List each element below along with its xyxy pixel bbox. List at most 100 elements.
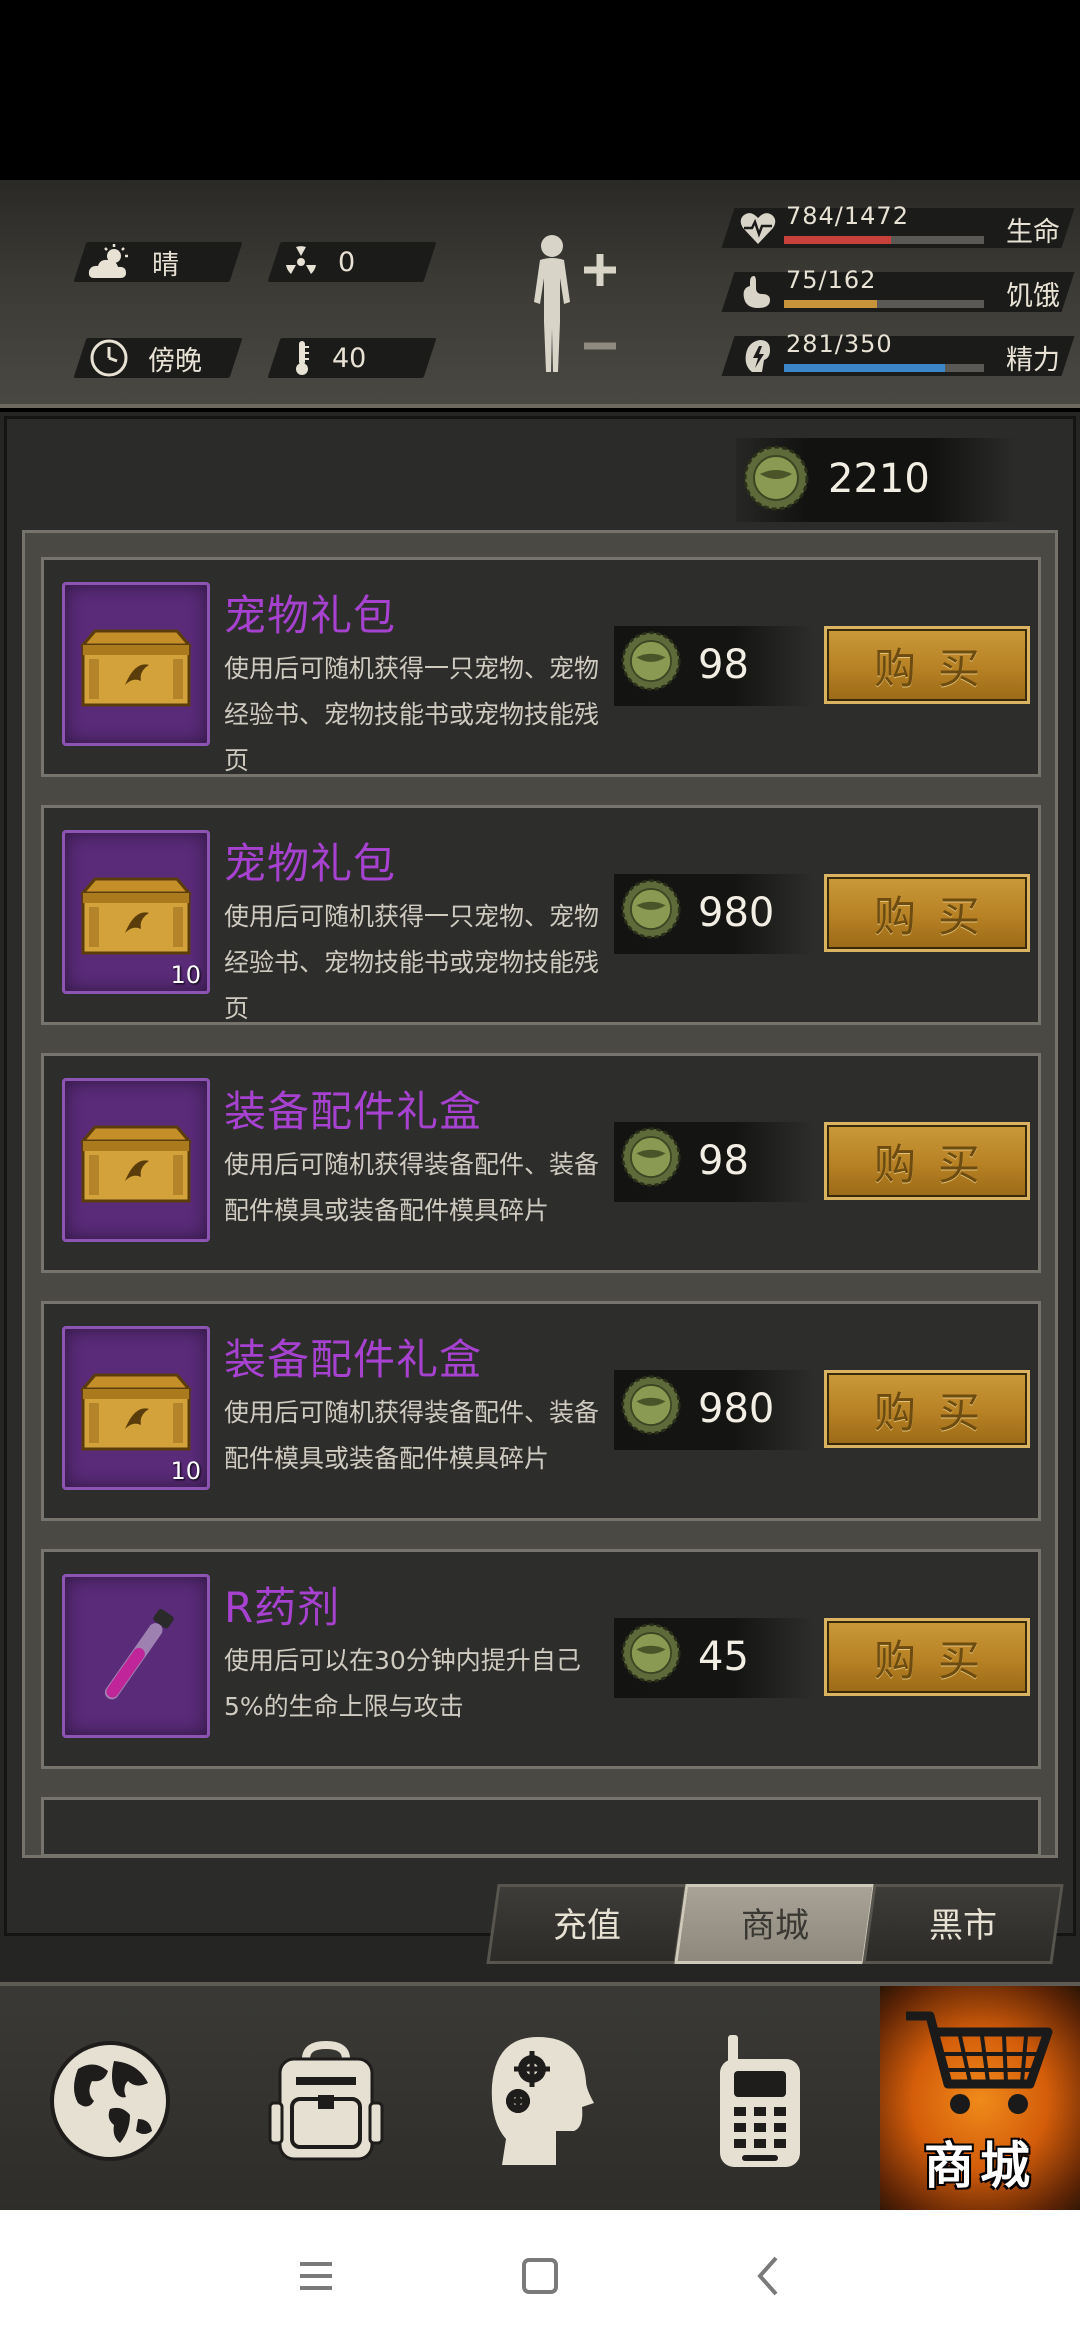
human-figure-icon bbox=[534, 235, 570, 372]
shop-item: 10 装备配件礼盒 使用后可随机获得装备配件、装备配件模具或装备配件模具碎片 9… bbox=[41, 1301, 1041, 1521]
stat-bar-fill bbox=[784, 300, 877, 308]
stat-label: 精力 bbox=[1006, 345, 1060, 376]
nav-shop-label: 商城 bbox=[924, 2137, 1036, 2195]
price-value: 980 bbox=[698, 1386, 775, 1432]
time-indicator[interactable]: 傍晚 bbox=[90, 338, 202, 378]
shopping-cart-icon bbox=[906, 2011, 1053, 2114]
nav-skills[interactable] bbox=[472, 2026, 612, 2176]
item-description: 使用后可随机获得一只宠物、宠物经验书、宠物技能书或宠物技能残页 bbox=[224, 654, 600, 775]
nav-shop[interactable]: 商城 bbox=[880, 1986, 1080, 2214]
item-description: 使用后可随机获得装备配件、装备配件模具或装备配件模具碎片 bbox=[224, 1398, 600, 1473]
radiation-indicator[interactable]: 0 bbox=[284, 242, 355, 282]
item-price: 98 bbox=[614, 626, 814, 706]
shop-item: 宠物礼包 使用后可随机获得一只宠物、宠物经验书、宠物技能书或宠物技能残页 98 … bbox=[41, 557, 1041, 777]
buy-button[interactable]: 购买 bbox=[824, 1370, 1030, 1448]
tab-recharge-label: 充值 bbox=[553, 1906, 621, 1946]
system-navigation-bar bbox=[0, 2210, 1080, 2340]
item-description: 使用后可随机获得一只宠物、宠物经验书、宠物技能书或宠物技能残页 bbox=[224, 902, 600, 1023]
item-price: 980 bbox=[614, 1370, 814, 1450]
bottle-cap-coin-icon bbox=[621, 1127, 681, 1187]
bottle-cap-coin-icon bbox=[621, 1623, 681, 1683]
buy-button[interactable]: 购买 bbox=[824, 1122, 1030, 1200]
plus-icon bbox=[584, 254, 616, 286]
item-count: 10 bbox=[170, 1457, 201, 1485]
item-icon-frame bbox=[62, 1078, 210, 1242]
stat-bar-track bbox=[784, 236, 984, 244]
item-name: 装备配件礼盒 bbox=[224, 1087, 483, 1136]
golden-crate-icon bbox=[79, 1373, 193, 1451]
weather-indicator[interactable]: 晴 bbox=[88, 242, 179, 282]
menu-icon[interactable] bbox=[286, 2248, 346, 2304]
currency-value: 2210 bbox=[828, 456, 930, 502]
backpack-icon bbox=[268, 2040, 384, 2161]
stat-value: 75/162 bbox=[786, 266, 877, 294]
nav-backpack[interactable] bbox=[256, 2026, 396, 2176]
weather-label: 晴 bbox=[152, 249, 179, 281]
item-count: 10 bbox=[170, 961, 201, 989]
item-price: 45 bbox=[614, 1618, 814, 1698]
shop-item-partial bbox=[41, 1797, 1041, 1855]
item-icon-frame bbox=[62, 582, 210, 746]
item-description: 使用后可随机获得装备配件、装备配件模具或装备配件模具碎片 bbox=[224, 1150, 600, 1225]
shop-item: R药剂 使用后可以在30分钟内提升自己5%的生命上限与攻击 45 购买 bbox=[41, 1549, 1041, 1769]
price-value: 45 bbox=[698, 1634, 749, 1680]
tab-black-market-label: 黑市 bbox=[929, 1906, 997, 1946]
tab-shop-label: 商城 bbox=[741, 1906, 809, 1946]
golden-crate-icon bbox=[79, 1125, 193, 1203]
item-name: 装备配件礼盒 bbox=[224, 1335, 483, 1384]
stat-bar-track bbox=[784, 300, 984, 308]
home-square-icon[interactable] bbox=[510, 2248, 570, 2304]
nav-radio[interactable] bbox=[690, 2026, 830, 2176]
price-value: 98 bbox=[698, 642, 749, 688]
stomach-icon bbox=[743, 276, 770, 308]
stat-health: 784/1472 生命 bbox=[721, 202, 1075, 256]
item-icon-frame: 10 bbox=[62, 1326, 210, 1490]
cloud-sun-icon bbox=[88, 244, 128, 278]
stat-bar-track bbox=[784, 364, 984, 372]
bottle-cap-coin-icon bbox=[621, 1375, 681, 1435]
shop-item-list[interactable]: 宠物礼包 使用后可随机获得一只宠物、宠物经验书、宠物技能书或宠物技能残页 98 … bbox=[22, 530, 1058, 1858]
buy-button[interactable]: 购买 bbox=[824, 874, 1030, 952]
head-gears-icon bbox=[491, 2037, 594, 2165]
item-price: 980 bbox=[614, 874, 814, 954]
bottle-cap-coin-icon bbox=[743, 445, 809, 511]
energy-icon bbox=[745, 340, 770, 372]
item-name: 宠物礼包 bbox=[224, 591, 397, 640]
temperature-indicator[interactable]: 40 bbox=[292, 338, 366, 378]
radiation-icon bbox=[286, 246, 316, 274]
potion-vial-icon bbox=[104, 1608, 174, 1700]
status-bar bbox=[0, 0, 1080, 180]
item-price: 98 bbox=[614, 1122, 814, 1202]
stat-value: 784/1472 bbox=[786, 202, 909, 230]
item-icon-frame: 10 bbox=[62, 830, 210, 994]
radiation-value: 0 bbox=[338, 246, 356, 278]
currency-display: 2210 bbox=[736, 438, 1016, 522]
golden-crate-icon bbox=[79, 629, 193, 707]
back-chevron-icon[interactable] bbox=[738, 2248, 798, 2304]
stat-bar-fill bbox=[784, 364, 945, 372]
item-icon-frame bbox=[62, 1574, 210, 1738]
price-value: 98 bbox=[698, 1138, 749, 1184]
radio-phone-icon bbox=[720, 2035, 800, 2167]
buy-button[interactable]: 购买 bbox=[824, 1618, 1030, 1696]
stat-label: 生命 bbox=[1006, 217, 1060, 248]
stat-value: 281/350 bbox=[786, 330, 893, 358]
item-name: R药剂 bbox=[224, 1583, 341, 1632]
globe-icon bbox=[50, 2041, 170, 2161]
buy-button[interactable]: 购买 bbox=[824, 626, 1030, 704]
thermometer-icon bbox=[296, 341, 309, 375]
stat-energy: 281/350 精力 bbox=[721, 330, 1075, 384]
bottom-navigation: 商城 bbox=[0, 1982, 1080, 2214]
nav-world[interactable] bbox=[40, 2026, 180, 2176]
header-panel: 晴 0 傍晚 40 784/1472 生命 75/162 饥饿 281/350 … bbox=[0, 180, 1080, 408]
item-name: 宠物礼包 bbox=[224, 839, 397, 888]
body-status-button[interactable] bbox=[520, 232, 630, 382]
shop-item: 10 宠物礼包 使用后可随机获得一只宠物、宠物经验书、宠物技能书或宠物技能残页 … bbox=[41, 805, 1041, 1025]
golden-crate-icon bbox=[79, 877, 193, 955]
stat-label: 饥饿 bbox=[1006, 281, 1060, 312]
stat-hunger: 75/162 饥饿 bbox=[721, 266, 1075, 320]
bottle-cap-coin-icon bbox=[621, 631, 681, 691]
shop-item: 装备配件礼盒 使用后可随机获得装备配件、装备配件模具或装备配件模具碎片 98 购… bbox=[41, 1053, 1041, 1273]
price-value: 980 bbox=[698, 890, 775, 936]
item-description: 使用后可以在30分钟内提升自己5%的生命上限与攻击 bbox=[224, 1646, 581, 1721]
